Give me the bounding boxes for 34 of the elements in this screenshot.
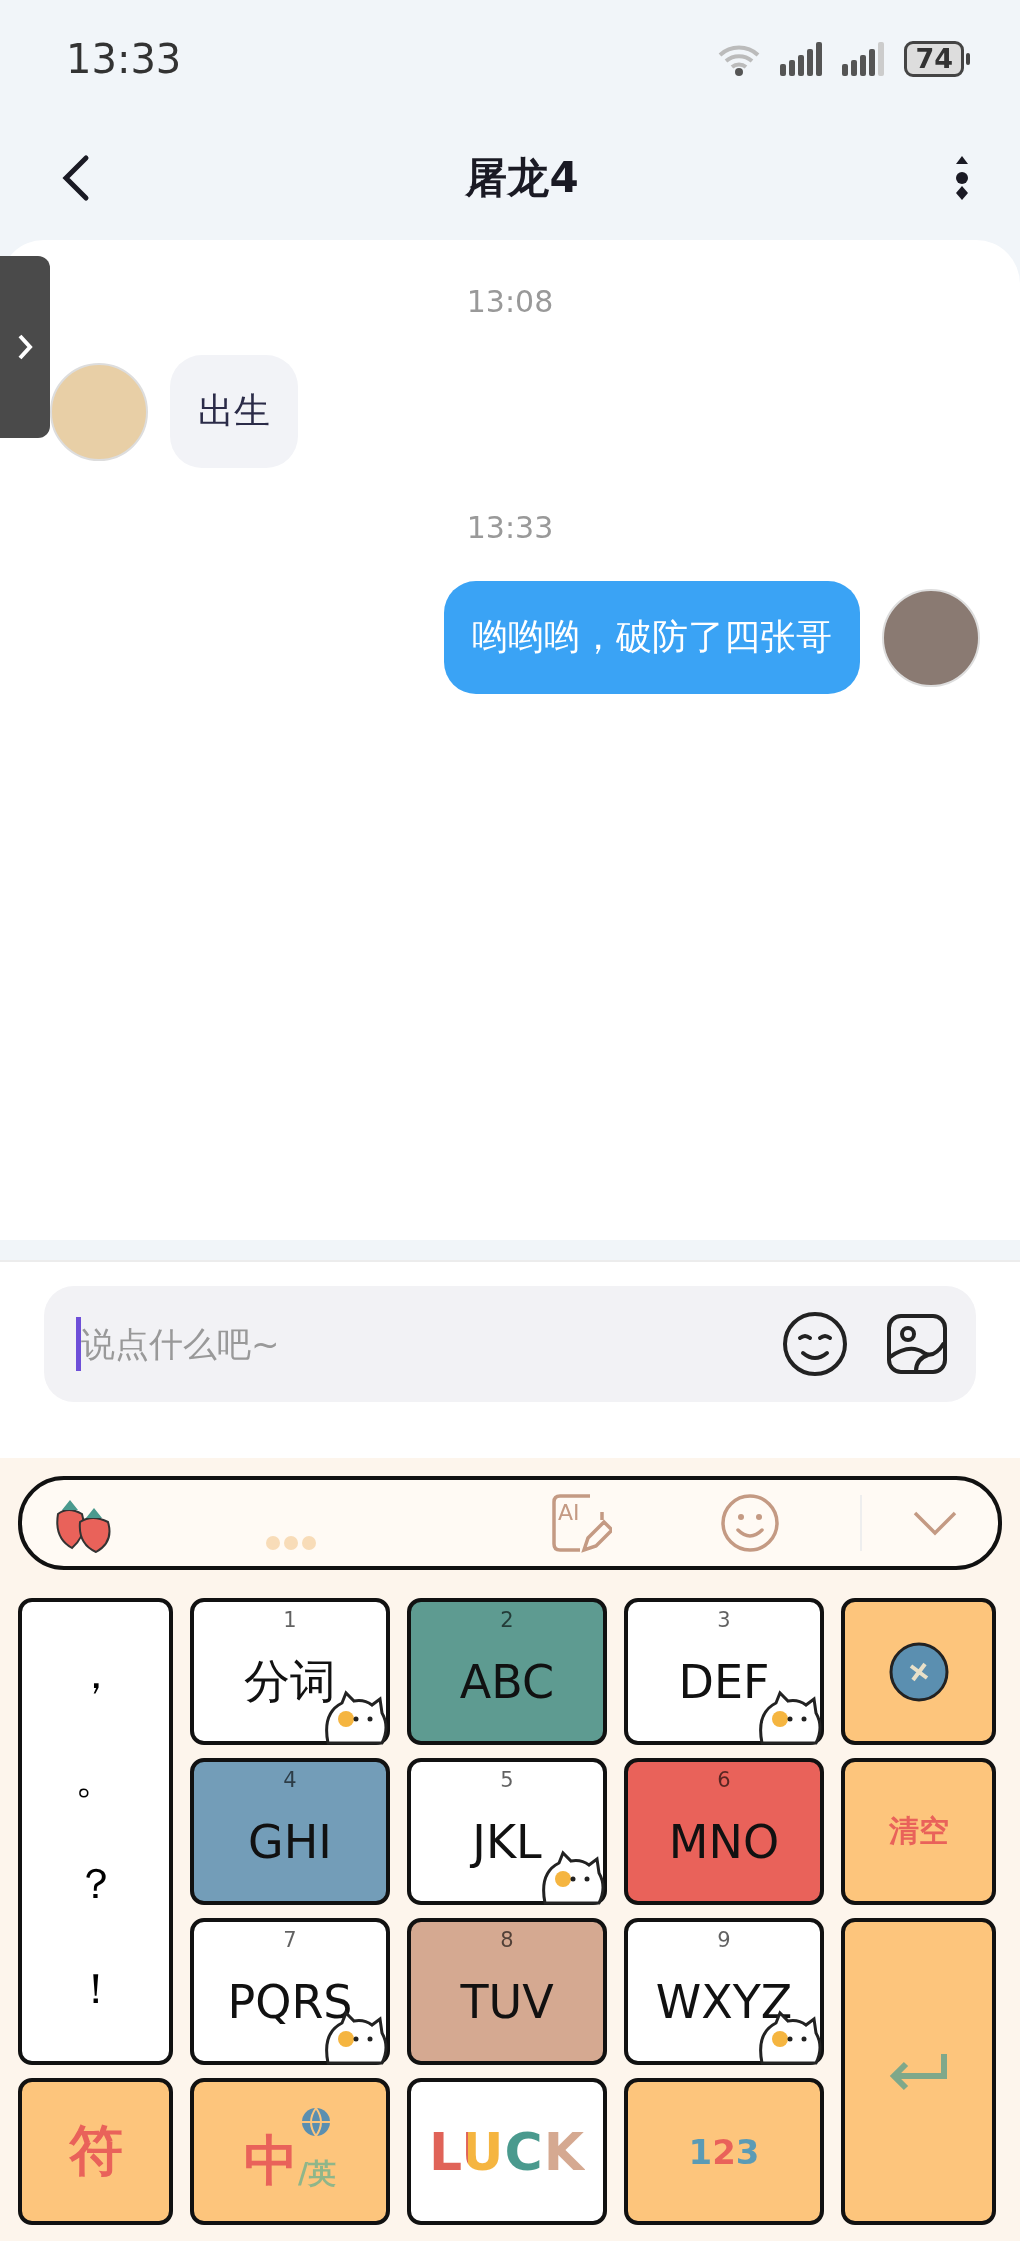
message-text-input[interactable]: 说点什么吧~ — [76, 1317, 744, 1371]
punctuation-key[interactable]: ， — [74, 1646, 117, 1703]
enter-arrow-icon — [887, 2051, 950, 2092]
back-button[interactable] — [60, 154, 90, 202]
message-timestamp: 13:33 — [466, 510, 554, 545]
letter-key[interactable]: 1 分词 — [190, 1598, 390, 1745]
punctuation-key[interactable]: ？ — [74, 1855, 117, 1912]
punctuation-key[interactable]: 。 — [74, 1751, 117, 1808]
letter-key[interactable]: 3 DEF — [624, 1598, 824, 1745]
punctuation-key[interactable]: ！ — [74, 1960, 117, 2017]
letter-key[interactable]: 5 JKL — [407, 1758, 607, 1905]
status-time: 13:33 — [66, 36, 182, 82]
page-dots-icon — [266, 1536, 316, 1550]
letter-key[interactable]: 7 PQRS — [190, 1918, 390, 2065]
enter-key[interactable] — [841, 1918, 996, 2225]
letter-key[interactable]: 8 TUV — [407, 1918, 607, 2065]
message-bubble: 出生 — [170, 355, 298, 468]
letter-key[interactable]: 4 GHI — [190, 1758, 390, 1905]
chat-title: 屠龙4 — [465, 152, 579, 204]
message-bubble: 哟哟哟，破防了四张哥 — [444, 581, 860, 694]
more-button[interactable] — [954, 154, 970, 202]
signal-icon — [842, 42, 887, 76]
battery-indicator: 74 — [904, 41, 970, 77]
signal-icon — [780, 42, 825, 76]
sticker-icon[interactable] — [886, 1313, 948, 1375]
letter-key[interactable]: 2 ABC — [407, 1598, 607, 1745]
message-input-field[interactable]: 说点什么吧~ — [44, 1286, 976, 1402]
emoji-icon[interactable] — [782, 1311, 848, 1377]
donut-key[interactable] — [841, 1598, 996, 1745]
message-timestamp: 13:08 — [466, 284, 554, 319]
globe-icon — [300, 2106, 332, 2138]
letter-key[interactable]: 6 MNO — [624, 1758, 824, 1905]
side-drawer-handle[interactable] — [0, 256, 50, 438]
letter-key[interactable]: 9 WXYZ — [624, 1918, 824, 2065]
